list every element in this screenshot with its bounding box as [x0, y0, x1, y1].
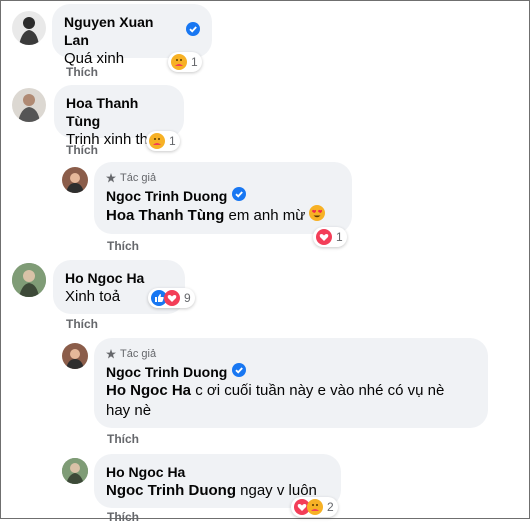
heart-eyes-emoji-icon: [309, 205, 326, 227]
mention-link[interactable]: Ho Ngoc Ha: [106, 382, 191, 399]
author-badge-icon: [106, 173, 116, 183]
avatar[interactable]: [12, 11, 46, 45]
author-name[interactable]: Ngoc Trinh Duong: [106, 187, 227, 205]
avatar[interactable]: [12, 263, 46, 297]
like-button[interactable]: Thích: [66, 317, 98, 331]
avatar[interactable]: [12, 88, 46, 122]
care-reaction-icon: [307, 499, 323, 515]
author-name[interactable]: Ngoc Trinh Duong: [106, 363, 227, 381]
avatar[interactable]: [62, 343, 88, 369]
love-reaction-icon: [316, 229, 332, 245]
verified-badge-icon: [186, 22, 200, 40]
love-reaction-icon: [164, 290, 180, 306]
mention-link[interactable]: Hoa Thanh Tùng: [106, 206, 224, 226]
like-button[interactable]: Thích: [107, 510, 139, 524]
author-name[interactable]: Ho Ngoc Ha: [65, 269, 173, 287]
author-name[interactable]: Nguyen Xuan Lan: [64, 13, 181, 49]
author-badge: Tác giả: [120, 348, 157, 360]
comment-bubble: Nguyen Xuan Lan Quá xinh: [52, 4, 212, 67]
reaction-summary[interactable]: 1: [146, 131, 180, 151]
comment-bubble: Tác giả Ngoc Trinh Duong Ho Ngoc Ha c ơi…: [94, 338, 488, 428]
care-reaction-icon: [171, 54, 187, 70]
author-badge: Tác giả: [120, 172, 157, 184]
reaction-summary[interactable]: 2: [291, 497, 338, 517]
avatar[interactable]: [62, 458, 88, 484]
author-name[interactable]: Ho Ngoc Ha: [106, 463, 329, 481]
comment-text: em anh mừ: [228, 207, 306, 224]
avatar[interactable]: [62, 167, 88, 193]
verified-badge-icon: [232, 187, 247, 205]
comment-text: c ơi cuối tuần này e vào nhé có vụ nè: [195, 382, 445, 399]
author-badge-icon: [106, 349, 116, 359]
reaction-summary[interactable]: 1: [168, 52, 202, 72]
mention-link[interactable]: Ngoc Trinh Duong: [106, 482, 236, 499]
reaction-summary[interactable]: 9: [148, 288, 195, 308]
comment-bubble: Tác giả Ngoc Trinh Duong Hoa Thanh Tùng …: [94, 162, 352, 234]
like-button[interactable]: Thích: [66, 143, 98, 157]
author-name[interactable]: Hoa Thanh Tùng: [66, 94, 172, 130]
reaction-summary[interactable]: 1: [313, 227, 347, 247]
care-reaction-icon: [149, 133, 165, 149]
like-button[interactable]: Thích: [66, 65, 98, 79]
comment-text-line2: hay nè: [106, 402, 152, 419]
like-button[interactable]: Thích: [107, 239, 139, 253]
verified-badge-icon: [232, 363, 247, 381]
like-button[interactable]: Thích: [107, 432, 139, 446]
